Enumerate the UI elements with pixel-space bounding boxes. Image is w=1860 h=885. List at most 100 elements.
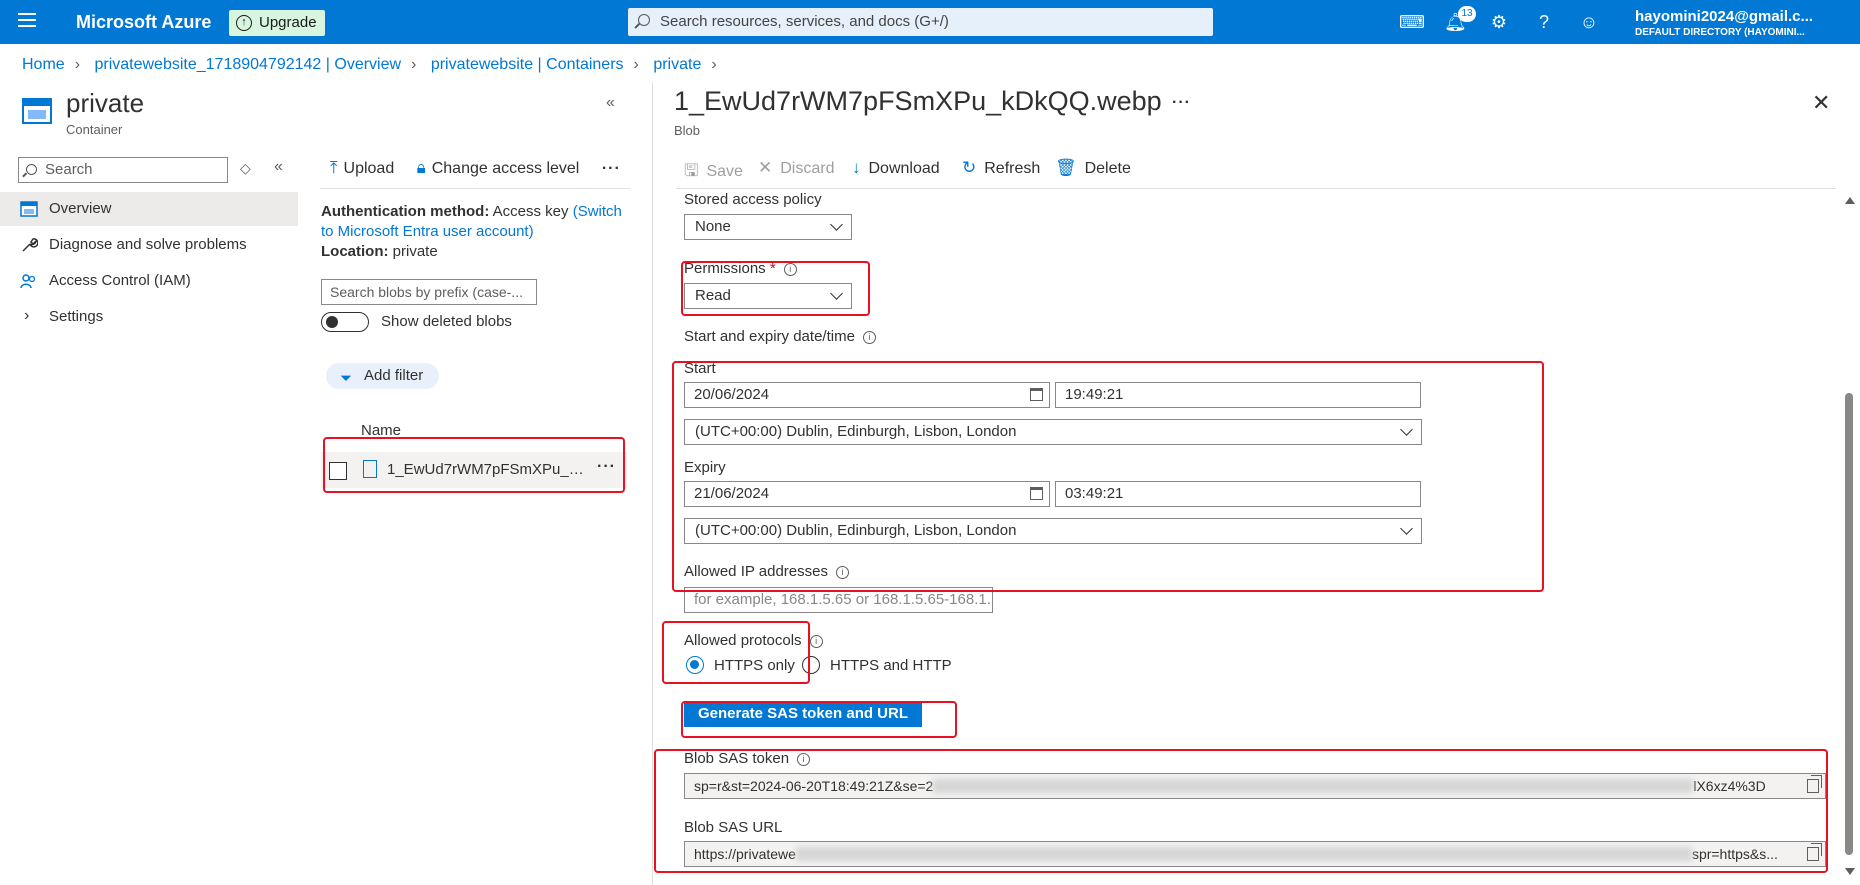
sas-token-label: Blob SAS token i [684,750,811,767]
table-row[interactable]: 1_EwUd7rWM7pFSmXPu_kDk... ··· [321,452,627,488]
https-only-label[interactable]: HTTPS only [714,657,795,674]
permissions-dropdown[interactable]: Read [684,283,852,309]
copy-icon[interactable] [1807,775,1822,793]
row-checkbox[interactable] [329,462,347,480]
start-timezone-dropdown[interactable]: (UTC+00:00) Dublin, Edinburgh, Lisbon, L… [684,419,1422,445]
info-icon[interactable]: i [797,753,811,766]
gear-icon[interactable]: ⚙ [1488,11,1510,33]
add-filter-button[interactable]: ⏷ Add filter [326,363,440,389]
row-more-button[interactable]: ··· [597,458,616,476]
stored-policy-dropdown[interactable]: None [684,214,852,240]
nav-item-diagnose[interactable]: Diagnose and solve problems [0,228,298,262]
search-icon [26,164,37,175]
expiry-date-input[interactable]: 21/06/2024 [684,481,1050,507]
chevron-right-icon: › [24,307,30,324]
delete-button[interactable]: 🗑︎ Delete [1055,158,1131,178]
help-icon[interactable]: ? [1533,11,1555,33]
info-icon[interactable]: i [783,263,797,276]
download-icon: ↓ [852,158,861,177]
refresh-button[interactable]: ↻ Refresh [962,158,1040,178]
close-icon[interactable]: ✕ [1812,90,1830,116]
allowed-protocols-label-text: Allowed protocols [684,632,802,649]
expiry-timezone-dropdown[interactable]: (UTC+00:00) Dublin, Edinburgh, Lisbon, L… [684,518,1422,544]
feedback-icon[interactable]: ☺ [1578,11,1600,33]
expiry-time-input[interactable]: 03:49:21 [1055,481,1421,507]
add-filter-label: Add filter [364,367,424,384]
nav-item-overview[interactable]: Overview [0,192,298,226]
chevron-right-icon: › [633,56,639,73]
brand-title[interactable]: Microsoft Azure [76,12,211,33]
nav-label-diagnose: Diagnose and solve problems [49,236,247,253]
collapse-icon[interactable]: « [606,94,615,112]
breadcrumb-home[interactable]: Home [22,56,65,73]
blob-name[interactable]: 1_EwUd7rWM7pFSmXPu_kDk... [387,461,589,478]
menu-search-input[interactable]: Search [18,157,228,183]
change-access-label: Change access level [431,160,580,177]
nav-item-settings[interactable]: › Settings [0,300,298,334]
start-date-value: 20/06/2024 [694,386,770,403]
lock-icon: 🔒︎ [416,158,426,177]
copy-icon[interactable] [1807,843,1822,861]
cloud-shell-icon[interactable]: ⌨ [1399,11,1425,33]
start-time-input[interactable]: 19:49:21 [1055,382,1421,408]
top-bar: Microsoft Azure ↑ Upgrade Search resourc… [0,0,1860,44]
scrollbar-thumb[interactable] [1845,393,1853,855]
filter-icon: ⏷ [340,370,353,387]
panel-scrollbar[interactable] [1843,195,1857,875]
delete-label: Delete [1084,160,1131,177]
blob-search-input[interactable]: Search blobs by prefix (case-... [321,279,537,305]
panel-more-button[interactable]: ··· [1172,94,1191,112]
show-deleted-toggle[interactable] [321,312,369,332]
more-options-button[interactable]: ··· [602,160,621,178]
https-and-http-radio[interactable] [802,656,820,674]
save-button[interactable]: 🖫 Save [684,158,743,187]
discard-button[interactable]: ✕ Discard [758,158,834,178]
upload-label: Upload [343,160,395,177]
upgrade-label: Upgrade [259,14,317,31]
upgrade-button[interactable]: ↑ Upgrade [229,10,325,36]
info-icon[interactable]: i [835,566,849,579]
calendar-icon[interactable] [1030,487,1043,500]
info-icon[interactable]: i [809,635,823,648]
breadcrumb-containers[interactable]: privatewebsite | Containers [431,56,624,73]
account-directory: DEFAULT DIRECTORY (HAYOMINI... [1635,27,1805,38]
save-label: Save [706,163,743,180]
breadcrumb-overview[interactable]: privatewebsite_1718904792142 | Overview [94,56,401,73]
sas-token-value-end: lX6xz4%3D [1693,778,1766,794]
generate-sas-button[interactable]: Generate SAS token and URL [684,701,922,727]
https-and-http-label[interactable]: HTTPS and HTTP [830,657,952,674]
info-icon[interactable]: i [862,331,876,344]
scroll-down-icon[interactable] [1845,868,1855,875]
account-menu[interactable]: hayomini2024@gmail.c... DEFAULT DIRECTOR… [1635,8,1855,40]
menu-icon[interactable] [18,13,36,29]
download-button[interactable]: ↓ Download [852,158,940,178]
https-only-radio[interactable] [686,656,704,674]
sas-token-field[interactable]: sp=r&st=2024-06-20T18:49:21Z&se=2 lX6xz4%… [684,773,1826,799]
allowed-ip-input[interactable]: for example, 168.1.5.65 or 168.1.5.65-16… [684,587,993,613]
permissions-value: Read [695,287,731,304]
people-icon [20,274,36,289]
sas-url-field[interactable]: https://privatewe spr=https&s... [684,841,1826,867]
calendar-icon[interactable] [1030,388,1043,401]
sas-token-value-start: sp=r&st=2024-06-20T18:49:21Z&se=2 [694,778,934,794]
sas-token-label-text: Blob SAS token [684,750,790,767]
discard-label: Discard [780,160,835,177]
scroll-up-icon[interactable] [1845,197,1855,204]
breadcrumb-private[interactable]: private [653,56,701,73]
global-search-input[interactable]: Search resources, services, and docs (G+… [628,8,1213,36]
collapse-menu-icon[interactable]: « [274,158,283,176]
redacted-region [933,779,1694,793]
discard-icon: ✕ [758,158,773,177]
nav-label-settings: Settings [49,308,104,325]
column-header-name[interactable]: Name [361,422,401,439]
save-icon: 🖫 [684,161,699,180]
permissions-label-text: Permissions [684,260,766,277]
start-date-input[interactable]: 20/06/2024 [684,382,1050,408]
expand-collapse-icon[interactable]: ◇ [240,160,251,177]
upload-button[interactable]: ⤒ Upload [330,158,394,178]
change-access-level-button[interactable]: 🔒︎ Change access level [417,158,580,178]
chevron-right-icon: › [74,56,81,73]
date-section-label: Start and expiry date/time i [684,328,876,345]
allowed-protocols-label: Allowed protocols i [684,632,823,649]
nav-item-iam[interactable]: Access Control (IAM) [0,264,298,298]
